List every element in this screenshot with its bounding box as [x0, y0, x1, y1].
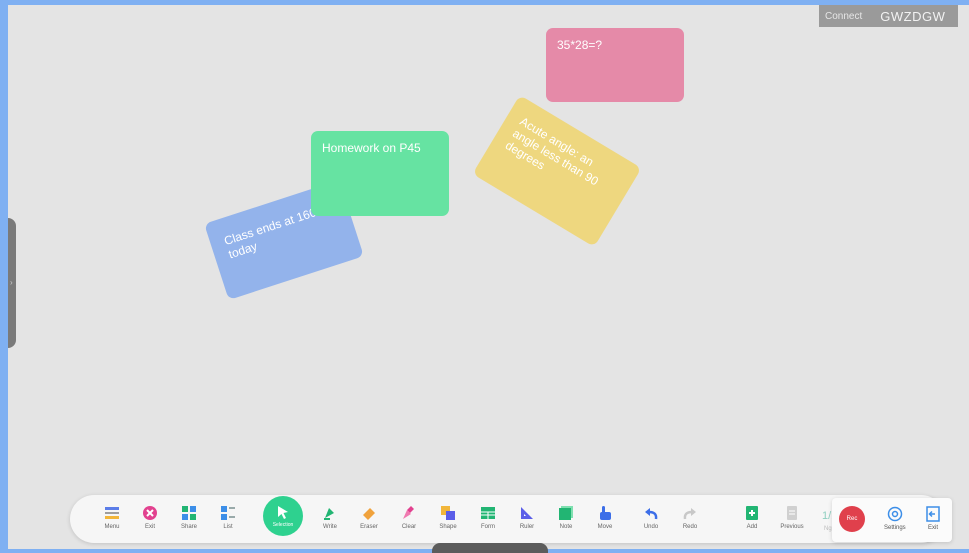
menu-button[interactable]: Menu	[95, 505, 129, 537]
exit-board-label: Exit	[927, 525, 938, 531]
settings-label: Settings	[884, 525, 906, 531]
right-action-panel: Rec Settings Exit	[832, 498, 952, 542]
ruler-label: Ruler	[519, 524, 535, 530]
whiteboard-canvas[interactable]: › Connect GWZDGW 35*28=? Class ends at 1…	[8, 5, 969, 549]
undo-label: Undo	[643, 524, 659, 530]
close-circle-icon	[143, 506, 157, 520]
pen-icon	[324, 508, 334, 520]
move-label: Move	[597, 524, 613, 530]
eraser-icon	[363, 508, 375, 520]
redo-label: Redo	[682, 524, 698, 530]
shape-icon	[441, 506, 455, 520]
note-label: Note	[559, 524, 573, 530]
exit-board-button[interactable]: Exit	[925, 506, 941, 531]
undo-icon	[645, 508, 658, 520]
clear-label: Clear	[401, 524, 417, 530]
undo-button[interactable]: Undo	[634, 505, 668, 537]
form-button[interactable]: Form	[471, 505, 505, 537]
sticky-note-text: Class ends at 1600 today	[222, 203, 325, 262]
bottom-drawer-handle[interactable]	[432, 543, 548, 553]
redo-button[interactable]: Redo	[673, 505, 707, 537]
connect-bar[interactable]: Connect GWZDGW	[819, 5, 958, 27]
selection-tool-button[interactable]: Selection	[263, 496, 303, 536]
chevron-right-icon: ›	[10, 278, 13, 287]
broom-icon	[403, 506, 414, 519]
logout-icon	[926, 506, 940, 522]
write-label: Write	[323, 524, 337, 530]
page-counter-sub: Ng	[824, 526, 832, 532]
note-button[interactable]: Note	[549, 505, 583, 537]
sticky-note-yellow[interactable]: Acute angle: an angle less than 90 degre…	[472, 95, 642, 247]
write-button[interactable]: Write	[313, 505, 347, 537]
gear-icon	[887, 506, 903, 522]
sticky-note-pink[interactable]: 35*28=?	[546, 28, 684, 102]
record-button[interactable]: Rec	[839, 506, 865, 532]
shape-button[interactable]: Shape	[431, 505, 465, 537]
side-panel-handle[interactable]: ›	[8, 218, 16, 348]
sticky-note-icon	[559, 506, 573, 520]
hand-pointer-icon	[600, 506, 611, 520]
settings-button[interactable]: Settings	[884, 506, 906, 531]
selection-label: Selection	[272, 522, 294, 528]
shape-label: Shape	[439, 524, 457, 530]
exit-label: Exit	[144, 524, 155, 530]
menu-icon	[105, 507, 119, 519]
previous-page-button[interactable]: Previous	[775, 505, 809, 537]
clear-button[interactable]: Clear	[392, 505, 426, 537]
bottom-toolbar: Menu Exit Share List Selection Write Era…	[70, 495, 945, 543]
sticky-note-green[interactable]: Homework on P45	[311, 131, 449, 216]
redo-icon	[683, 508, 696, 520]
previous-label: Previous	[780, 524, 804, 530]
exit-button[interactable]: Exit	[133, 505, 167, 537]
add-page-button[interactable]: Add	[735, 505, 769, 537]
sticky-note-text: Homework on P45	[322, 141, 421, 155]
move-button[interactable]: Move	[588, 505, 622, 537]
add-label: Add	[746, 524, 758, 530]
share-grid-icon	[182, 506, 196, 520]
cursor-icon	[278, 506, 288, 519]
list-label: List	[223, 524, 233, 530]
connect-label: Connect	[825, 10, 863, 22]
menu-label: Menu	[104, 524, 120, 530]
list-button[interactable]: List	[211, 505, 245, 537]
record-label: Rec	[846, 516, 858, 522]
share-label: Share	[180, 524, 197, 530]
form-label: Form	[481, 524, 495, 530]
list-icon	[221, 506, 235, 520]
eraser-label: Eraser	[360, 524, 378, 530]
page-icon	[787, 506, 797, 520]
ruler-button[interactable]: Ruler	[510, 505, 544, 537]
sticky-note-text: 35*28=?	[557, 38, 603, 52]
eraser-button[interactable]: Eraser	[352, 505, 386, 537]
room-code: GWZDGW	[880, 8, 946, 24]
add-page-icon	[746, 506, 758, 520]
ruler-icon	[521, 507, 533, 519]
sticky-note-text: Acute angle: an angle less than 90 degre…	[502, 114, 601, 189]
table-icon	[481, 507, 495, 519]
share-button[interactable]: Share	[172, 505, 206, 537]
